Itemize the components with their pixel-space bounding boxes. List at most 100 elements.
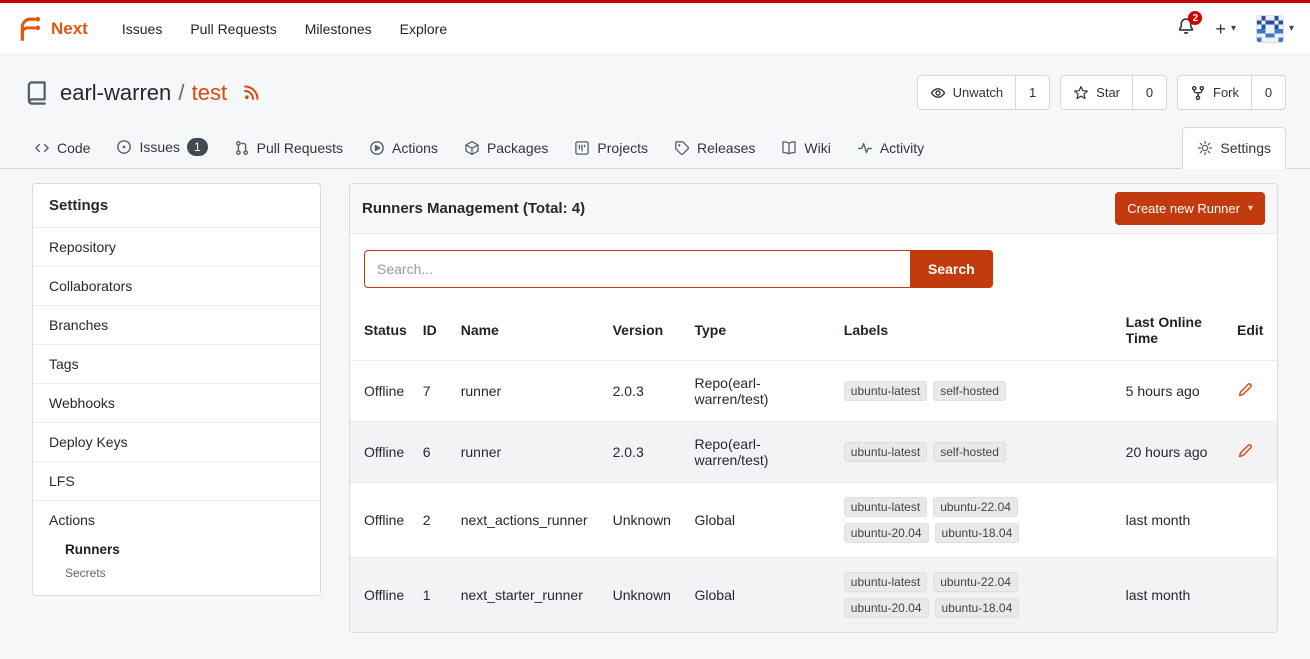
tab-releases[interactable]: Releases — [664, 128, 765, 168]
table-row: Offline 2 next_actions_runner Unknown Gl… — [350, 483, 1277, 558]
package-icon — [464, 140, 480, 156]
runner-name: runner — [453, 361, 605, 422]
runner-type: Global — [687, 483, 836, 558]
label-chip: ubuntu-latest — [844, 497, 927, 517]
label-chip: ubuntu-latest — [844, 572, 927, 592]
column-header-version: Version — [605, 300, 687, 361]
notifications-button[interactable]: 2 — [1177, 17, 1195, 40]
runner-labels: ubuntu-latest ubuntu-22.04 ubuntu-20.04 … — [836, 483, 1118, 558]
sidebar-item-branches[interactable]: Branches — [33, 305, 320, 344]
tab-wiki-label: Wiki — [804, 140, 830, 156]
page-title: Runners Management (Total: 4) — [362, 200, 585, 217]
star-count[interactable]: 0 — [1132, 76, 1166, 109]
sidebar-item-collaborators[interactable]: Collaborators — [33, 266, 320, 305]
runner-type: Repo(earl-warren/test) — [687, 361, 836, 422]
repo-tab-bar: Code Issues 1 Pull Requests Actions Pack… — [0, 126, 1310, 169]
runner-labels: ubuntu-latest ubuntu-22.04 ubuntu-20.04 … — [836, 558, 1118, 633]
nav-link-pull-requests[interactable]: Pull Requests — [176, 3, 290, 55]
repo-header: earl-warren / test Unwatch 1 — [0, 55, 1310, 110]
sidebar-item-lfs[interactable]: LFS — [33, 461, 320, 500]
unwatch-label: Unwatch — [953, 85, 1004, 100]
runner-version: 2.0.3 — [605, 361, 687, 422]
runner-id: 6 — [415, 422, 453, 483]
fork-button-group: Fork 0 — [1177, 75, 1286, 110]
sidebar-item-actions[interactable]: Actions — [33, 500, 320, 539]
forgejo-logo-home-link[interactable]: Next — [16, 15, 88, 43]
repo-action-buttons: Unwatch 1 Star 0 — [917, 75, 1286, 110]
rss-feed-icon[interactable] — [243, 84, 260, 101]
tab-packages[interactable]: Packages — [454, 128, 558, 168]
search-input[interactable] — [364, 250, 910, 288]
sidebar-item-deploy-keys[interactable]: Deploy Keys — [33, 422, 320, 461]
top-navbar: Next Issues Pull Requests Milestones Exp… — [0, 3, 1310, 55]
runner-last-online: 20 hours ago — [1118, 422, 1229, 483]
fork-icon — [1190, 85, 1206, 101]
user-menu-button[interactable]: ▾ — [1256, 15, 1294, 43]
fork-count[interactable]: 0 — [1251, 76, 1285, 109]
fork-button[interactable]: Fork — [1178, 76, 1251, 109]
label-chip: ubuntu-20.04 — [844, 598, 929, 618]
eye-icon — [930, 85, 946, 101]
tab-projects[interactable]: Projects — [564, 128, 658, 168]
search-button[interactable]: Search — [910, 250, 993, 288]
forgejo-logo-icon — [16, 15, 44, 43]
sidebar-item-repository[interactable]: Repository — [33, 227, 320, 266]
star-label: Star — [1096, 85, 1120, 100]
runner-type: Global — [687, 558, 836, 633]
sidebar-item-runners[interactable]: Runners — [33, 539, 320, 561]
runner-edit-cell — [1229, 361, 1277, 422]
tab-settings[interactable]: Settings — [1182, 127, 1286, 169]
page-body: earl-warren / test Unwatch 1 — [0, 55, 1310, 659]
runner-version: 2.0.3 — [605, 422, 687, 483]
repo-path-separator: / — [178, 80, 184, 105]
nav-link-milestones[interactable]: Milestones — [291, 3, 386, 55]
sidebar-item-tags[interactable]: Tags — [33, 344, 320, 383]
runner-edit-cell — [1229, 422, 1277, 483]
edit-runner-button[interactable] — [1237, 382, 1253, 398]
column-header-last-online: Last Online Time — [1118, 300, 1229, 361]
runners-table: Status ID Name Version Type Labels Last … — [350, 300, 1277, 632]
gear-icon — [1197, 140, 1213, 156]
runner-name: next_starter_runner — [453, 558, 605, 633]
edit-runner-button[interactable] — [1237, 443, 1253, 459]
runner-labels: ubuntu-latest self-hosted — [836, 361, 1118, 422]
runner-edit-cell — [1229, 483, 1277, 558]
runners-panel: Runners Management (Total: 4) Create new… — [349, 183, 1278, 633]
tab-issues[interactable]: Issues 1 — [106, 126, 217, 168]
unwatch-button[interactable]: Unwatch — [918, 76, 1016, 109]
tab-activity-label: Activity — [880, 140, 924, 156]
tab-activity[interactable]: Activity — [847, 128, 934, 168]
runner-id: 1 — [415, 558, 453, 633]
tab-pull-requests[interactable]: Pull Requests — [224, 128, 353, 168]
star-button[interactable]: Star — [1061, 76, 1132, 109]
runner-edit-cell — [1229, 558, 1277, 633]
runners-panel-header: Runners Management (Total: 4) Create new… — [350, 184, 1277, 234]
column-header-name: Name — [453, 300, 605, 361]
runner-status: Offline — [350, 361, 415, 422]
code-icon — [34, 140, 50, 156]
table-header-row: Status ID Name Version Type Labels Last … — [350, 300, 1277, 361]
tab-wiki[interactable]: Wiki — [771, 128, 840, 168]
sidebar-item-webhooks[interactable]: Webhooks — [33, 383, 320, 422]
tab-code[interactable]: Code — [24, 128, 100, 168]
column-header-status: Status — [350, 300, 415, 361]
pencil-icon — [1237, 382, 1253, 398]
caret-down-icon: ▾ — [1248, 203, 1253, 214]
settings-content: Settings Repository Collaborators Branch… — [0, 169, 1310, 633]
caret-down-icon: ▾ — [1231, 23, 1236, 34]
runner-last-online: last month — [1118, 483, 1229, 558]
nav-link-explore[interactable]: Explore — [386, 3, 461, 55]
create-runner-button[interactable]: Create new Runner ▾ — [1115, 192, 1265, 225]
tab-pull-requests-label: Pull Requests — [257, 140, 343, 156]
plus-icon: + — [1215, 20, 1226, 38]
repo-name-link[interactable]: test — [192, 80, 227, 105]
tab-actions[interactable]: Actions — [359, 128, 448, 168]
runner-version: Unknown — [605, 483, 687, 558]
nav-link-issues[interactable]: Issues — [108, 3, 176, 55]
repo-owner-link[interactable]: earl-warren — [60, 80, 171, 105]
watch-count[interactable]: 1 — [1015, 76, 1049, 109]
sidebar-item-secrets[interactable]: Secrets — [33, 561, 320, 595]
watch-button-group: Unwatch 1 — [917, 75, 1051, 110]
create-new-menu-button[interactable]: + ▾ — [1215, 20, 1236, 38]
issue-icon — [116, 139, 132, 155]
